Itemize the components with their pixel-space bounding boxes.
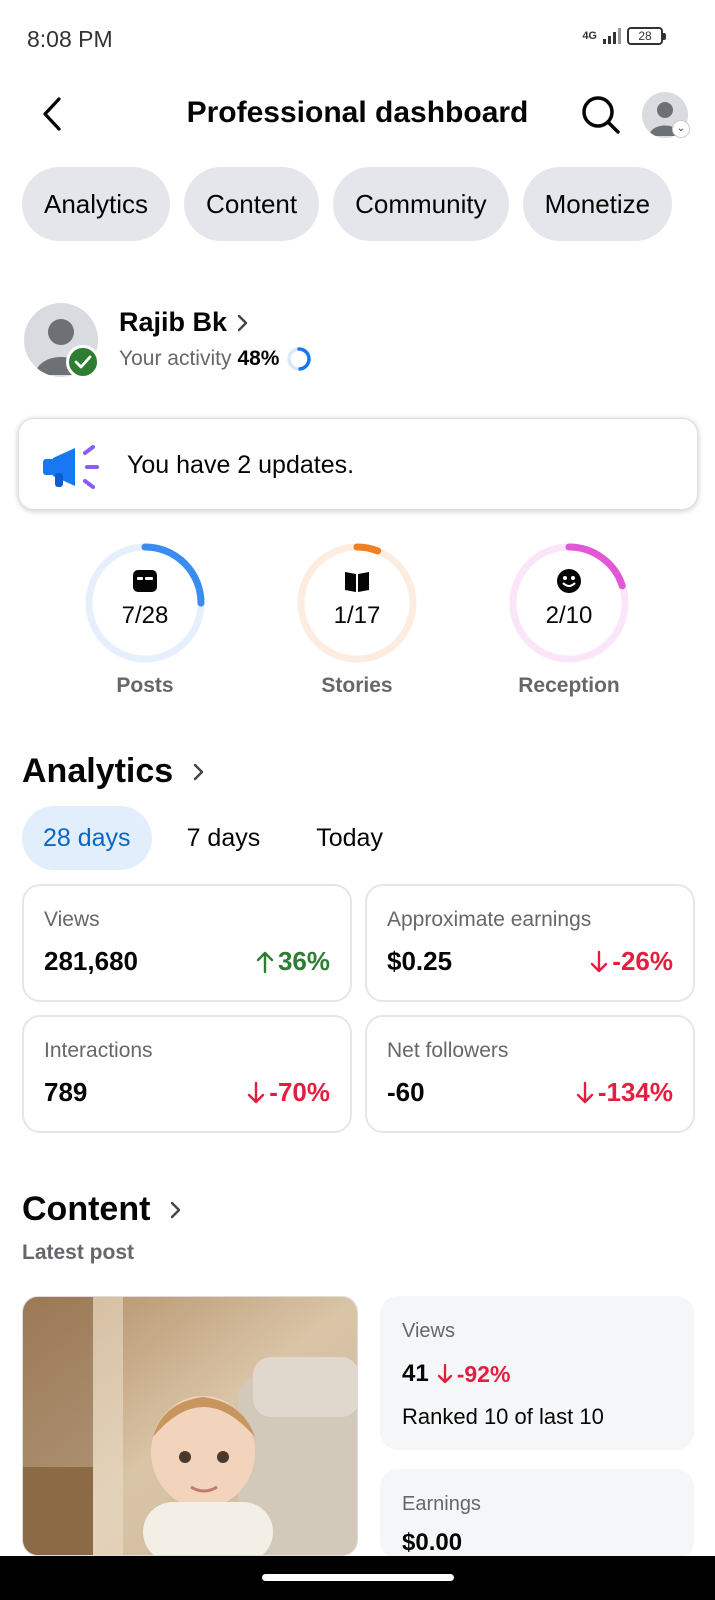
metric-card-interactions[interactable]: Interactions 789 -70% <box>22 1015 352 1133</box>
ring-value: 1/17 <box>333 602 381 629</box>
latest-post-label: Latest post <box>22 1241 135 1264</box>
progress-rings: 7/28 Posts 1/17 Stories 2/10 Reception <box>0 538 715 708</box>
chevron-right-icon <box>171 1201 181 1218</box>
arrow-down-icon <box>591 950 608 972</box>
latest-post-earnings-card[interactable]: Earnings $0.00 <box>380 1469 694 1559</box>
ring-value: 7/28 <box>121 602 169 629</box>
tab-analytics[interactable]: Analytics <box>22 167 171 241</box>
metric-change: -70% <box>247 1077 330 1108</box>
tab-community[interactable]: Community <box>333 167 509 241</box>
arrow-down-icon <box>248 1081 265 1103</box>
arrow-down-icon <box>576 1081 594 1103</box>
metric-card-views[interactable]: Views 281,680 36% <box>22 884 352 1002</box>
analytics-title: Analytics <box>22 752 174 790</box>
signal-icon <box>603 28 621 44</box>
earnings-label: Earnings <box>402 1493 481 1515</box>
profile-row[interactable]: Rajib Bk Your activity 48% <box>24 303 694 379</box>
metric-change-value: -70% <box>269 1077 330 1107</box>
search-icon <box>582 96 620 134</box>
metric-value: 281,680 <box>44 946 138 976</box>
views-row: 41 -92% <box>402 1360 510 1388</box>
views-label: Views <box>402 1320 455 1342</box>
book-icon <box>342 568 372 594</box>
metric-change: -26% <box>590 946 673 977</box>
metric-change: 36% <box>256 946 330 977</box>
verified-check-icon <box>66 345 100 379</box>
battery-icon: 28 <box>627 27 666 45</box>
activity-value: 48% <box>237 347 280 370</box>
ring-label: Stories <box>321 674 393 697</box>
rank-text: Ranked 10 of last 10 <box>402 1404 604 1429</box>
views-value: 41 <box>402 1360 429 1387</box>
smiley-icon <box>554 568 584 594</box>
network-type: 4G <box>582 30 597 42</box>
ring-value: 2/10 <box>545 602 593 629</box>
status-time: 8:08 PM <box>27 26 113 52</box>
profile-name: Rajib Bk <box>119 307 228 337</box>
tab-content[interactable]: Content <box>184 167 320 241</box>
metric-label: Net followers <box>387 1039 509 1062</box>
content-section-title[interactable]: Content <box>22 1190 182 1229</box>
megaphone-icon <box>43 445 99 489</box>
profile-name-row[interactable]: Rajib Bk <box>119 307 249 338</box>
ring-reception[interactable]: 2/10 Reception <box>504 538 634 697</box>
views-change: -92% <box>456 1360 511 1387</box>
tab-monetize[interactable]: Monetize <box>522 167 673 241</box>
post-image <box>23 1297 357 1555</box>
metric-change: -134% <box>576 1077 673 1108</box>
metric-label: Views <box>44 908 100 931</box>
status-bar: 8:08 PM 4G 28 <box>0 0 715 78</box>
metric-value: $0.25 <box>387 946 453 976</box>
metric-change-value: 36% <box>277 946 330 976</box>
latest-post-views-card[interactable]: Views 41 -92% Ranked 10 of last 10 <box>380 1296 694 1450</box>
metric-label: Approximate earnings <box>387 908 592 931</box>
metric-label: Interactions <box>44 1039 153 1062</box>
chevron-right-icon <box>237 314 248 331</box>
metric-change-value: -134% <box>597 1077 673 1107</box>
dashboard-tabs: Analytics Content Community Monetize <box>22 167 673 241</box>
status-icons: 4G 28 <box>582 27 666 45</box>
header: Professional dashboard ⌄ <box>0 80 715 150</box>
chevron-right-icon <box>193 763 204 780</box>
ring-label: Posts <box>116 674 174 697</box>
metric-value: -60 <box>387 1077 425 1107</box>
ring-stories[interactable]: 1/17 Stories <box>292 538 422 697</box>
period-28-days[interactable]: 28 days <box>22 806 152 870</box>
metric-change-value: -26% <box>612 946 673 976</box>
activity-progress-icon <box>287 347 312 371</box>
system-nav-bar <box>0 1556 715 1600</box>
updates-card[interactable]: You have 2 updates. <box>18 418 698 510</box>
latest-post-thumbnail[interactable] <box>22 1296 358 1556</box>
updates-text: You have 2 updates. <box>127 451 355 479</box>
period-today[interactable]: Today <box>295 806 404 870</box>
metric-card-net-followers[interactable]: Net followers -60 -134% <box>365 1015 695 1133</box>
ring-label: Reception <box>518 674 620 697</box>
period-7-days[interactable]: 7 days <box>166 806 282 870</box>
activity-label: Your activity <box>119 347 232 370</box>
activity-row: Your activity 48% <box>119 345 313 373</box>
post-icon <box>130 568 160 594</box>
arrow-up-icon <box>256 951 274 973</box>
arrow-down-icon <box>437 1363 452 1384</box>
metric-card-earnings[interactable]: Approximate earnings $0.25 -26% <box>365 884 695 1002</box>
search-button[interactable] <box>578 92 624 138</box>
period-selector: 28 days 7 days Today <box>22 806 404 870</box>
chevron-down-icon: ⌄ <box>672 120 690 138</box>
home-indicator[interactable] <box>262 1574 454 1581</box>
content-title: Content <box>22 1190 151 1228</box>
ring-posts[interactable]: 7/28 Posts <box>80 538 210 697</box>
earnings-value: $0.00 <box>402 1529 463 1556</box>
metric-value: 789 <box>44 1077 88 1107</box>
analytics-section-title[interactable]: Analytics <box>22 752 205 791</box>
